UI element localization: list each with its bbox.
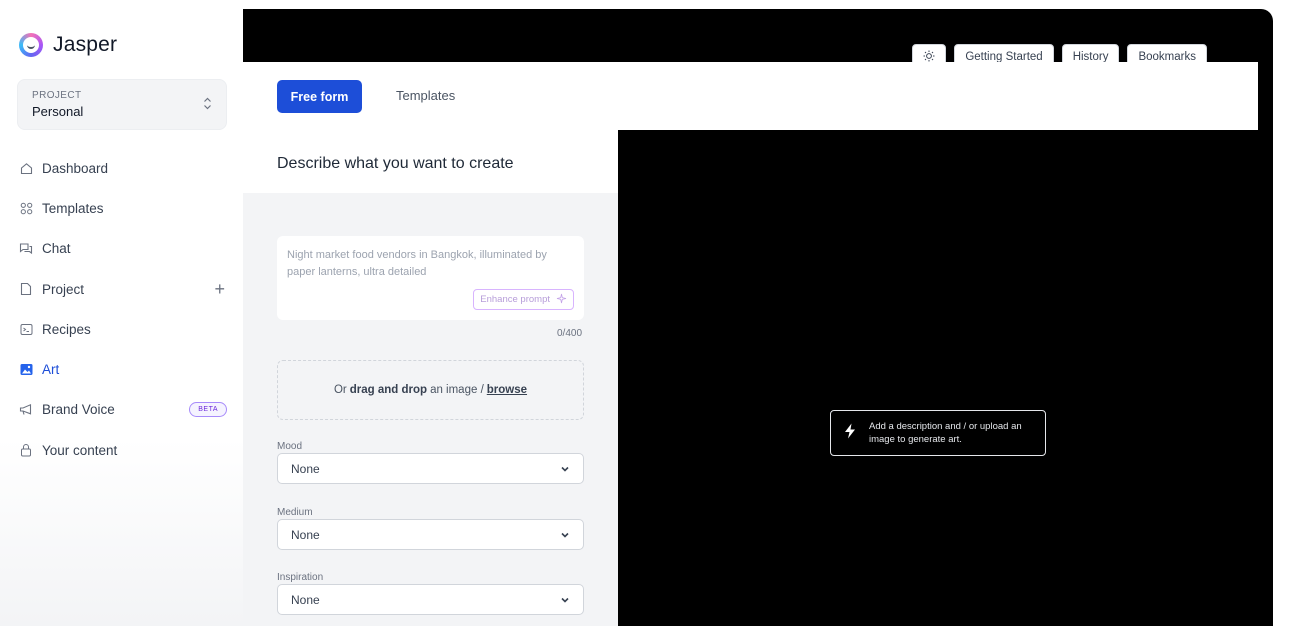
sidebar-item-templates[interactable]: Templates xyxy=(19,188,229,228)
chevron-down-icon xyxy=(560,594,570,604)
project-value: Personal xyxy=(32,104,84,119)
megaphone-icon xyxy=(19,403,33,417)
jasper-logo-icon xyxy=(19,33,43,57)
sidebar-item-brand-voice[interactable]: Brand Voice BETA xyxy=(19,390,229,430)
sidebar-item-label: Templates xyxy=(42,200,104,216)
app-name: Jasper xyxy=(53,33,118,56)
hint-text: Add a description and / or upload an ima… xyxy=(869,421,1022,445)
home-icon xyxy=(19,161,33,175)
medium-label: Medium xyxy=(277,507,313,518)
terminal-icon xyxy=(19,322,33,336)
form-heading: Describe what you want to create xyxy=(243,130,618,193)
inspiration-label: Inspiration xyxy=(277,572,324,583)
image-icon xyxy=(19,363,33,377)
enhance-prompt-button[interactable]: Enhance prompt xyxy=(473,289,574,310)
sidebar-item-label: Project xyxy=(42,281,85,297)
beta-badge: BETA xyxy=(189,402,227,418)
chevron-down-icon xyxy=(560,529,570,539)
sidebar-item-label: Dashboard xyxy=(42,160,109,176)
medium-value: None xyxy=(291,527,320,542)
sparkle-icon xyxy=(556,293,567,307)
sidebar-item-art[interactable]: Art xyxy=(19,349,229,389)
sidebar-item-label: Chat xyxy=(42,241,71,257)
tab-templates[interactable]: Templates xyxy=(396,88,455,103)
sidebar-item-your-content[interactable]: Your content xyxy=(19,430,229,470)
project-selector[interactable]: PROJECT Personal xyxy=(17,79,227,130)
prompt-textarea[interactable]: Night market food vendors in Bangkok, il… xyxy=(277,236,584,320)
sidebar-item-recipes[interactable]: Recipes xyxy=(19,309,229,349)
mood-value: None xyxy=(291,461,320,476)
sidebar-item-project[interactable]: Project + xyxy=(19,269,229,309)
medium-select[interactable]: None xyxy=(277,519,584,550)
sidebar-item-label: Brand Voice xyxy=(42,402,115,418)
drop-prefix: Or xyxy=(333,384,347,396)
chevron-up-down-icon xyxy=(203,97,212,111)
character-counter: 0/400 xyxy=(557,328,583,339)
project-label: PROJECT xyxy=(32,90,82,101)
add-project-button[interactable]: + xyxy=(214,279,225,300)
sidebar-item-label: Art xyxy=(42,362,60,378)
browse-link[interactable]: browse xyxy=(487,384,527,396)
sidebar-item-chat[interactable]: Chat xyxy=(19,229,229,269)
tab-bar: Free form Templates xyxy=(243,62,1258,130)
mood-label: Mood xyxy=(277,441,303,452)
image-dropzone[interactable]: Or drag and drop an image / browse xyxy=(277,360,584,420)
drop-bold: drag and drop xyxy=(349,384,428,396)
prompt-placeholder: Night market food vendors in Bangkok, il… xyxy=(287,249,547,278)
chat-icon xyxy=(19,242,33,256)
inspiration-value: None xyxy=(291,592,320,607)
sidebar-item-label: Your content xyxy=(42,442,118,458)
drop-middle: an image / xyxy=(430,384,484,396)
art-form-panel: Describe what you want to create Night m… xyxy=(243,130,618,626)
bolt-icon xyxy=(843,423,857,444)
file-icon xyxy=(19,282,33,296)
tab-free-form[interactable]: Free form xyxy=(277,80,362,113)
sidebar-item-label: Recipes xyxy=(42,321,91,337)
logo[interactable]: Jasper xyxy=(19,33,117,57)
chevron-down-icon xyxy=(560,463,570,473)
sidebar-nav: Dashboard Templates Chat Project + Recip… xyxy=(19,148,229,470)
empty-state-hint: Add a description and / or upload an ima… xyxy=(830,410,1046,456)
art-canvas: Add a description and / or upload an ima… xyxy=(618,130,1258,626)
sidebar: Jasper PROJECT Personal Dashboard Templa… xyxy=(0,0,243,626)
mood-select[interactable]: None xyxy=(277,453,584,484)
grid-icon xyxy=(19,201,33,215)
inspiration-select[interactable]: None xyxy=(277,584,584,615)
enhance-prompt-label: Enhance prompt xyxy=(480,294,550,305)
sidebar-item-dashboard[interactable]: Dashboard xyxy=(19,148,229,188)
lock-icon xyxy=(19,443,33,457)
